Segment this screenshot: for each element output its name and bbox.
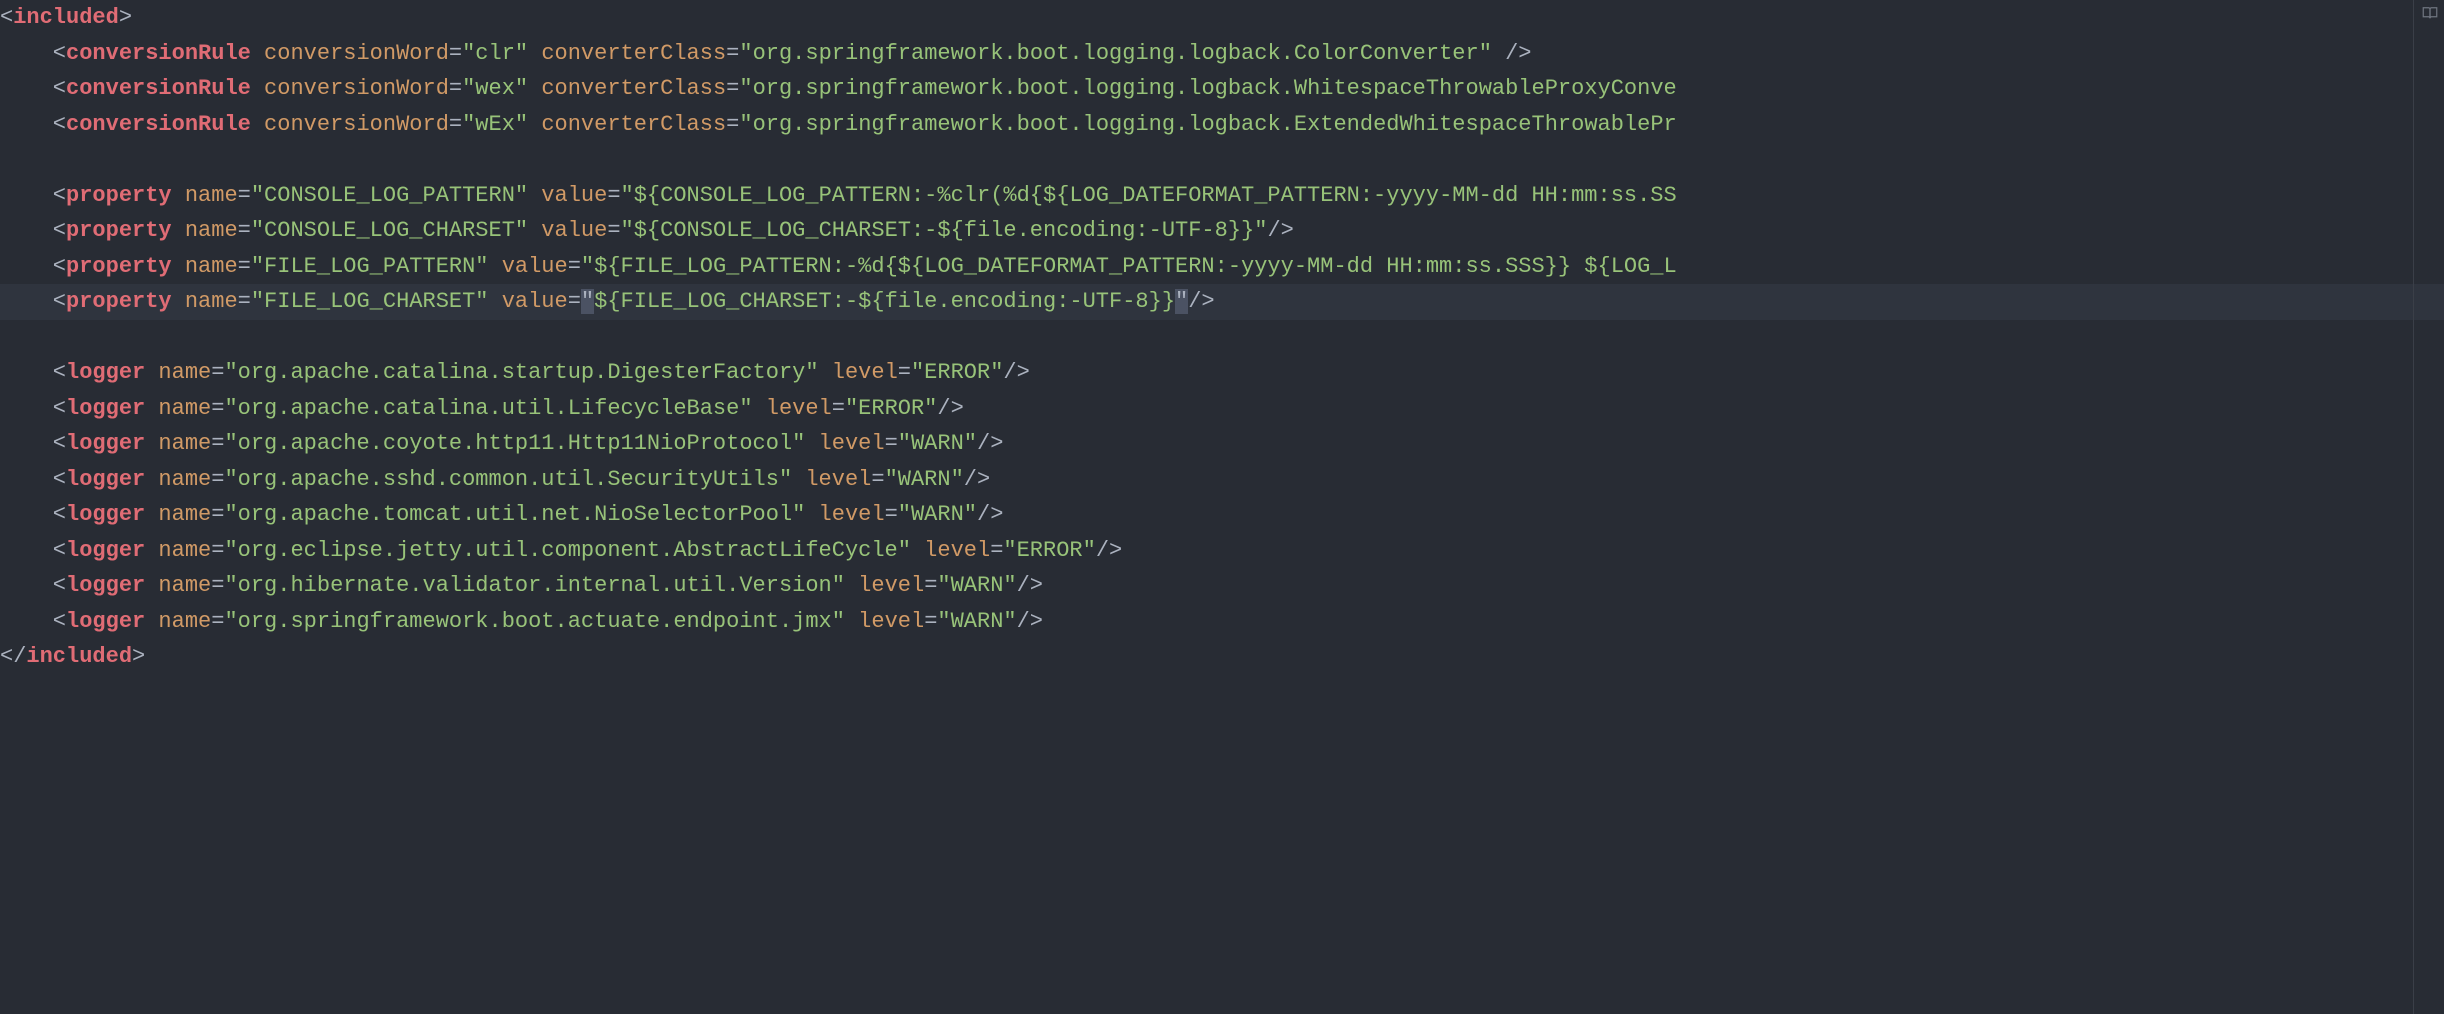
- blank-line[interactable]: [0, 142, 2444, 178]
- property-line[interactable]: <property name="FILE_LOG_CHARSET" value=…: [0, 284, 2444, 320]
- logger-line[interactable]: <logger name="org.apache.tomcat.util.net…: [0, 497, 2444, 533]
- conversion-rule-line[interactable]: <conversionRule conversionWord="wEx" con…: [0, 107, 2444, 143]
- logger-line[interactable]: <logger name="org.hibernate.validator.in…: [0, 568, 2444, 604]
- conversion-rule-line[interactable]: <conversionRule conversionWord="clr" con…: [0, 36, 2444, 72]
- logger-line[interactable]: <logger name="org.eclipse.jetty.util.com…: [0, 533, 2444, 569]
- property-line[interactable]: <property name="FILE_LOG_PATTERN" value=…: [0, 249, 2444, 285]
- logger-line[interactable]: <logger name="org.apache.sshd.common.uti…: [0, 462, 2444, 498]
- logger-line[interactable]: <logger name="org.springframework.boot.a…: [0, 604, 2444, 640]
- root-close-tag[interactable]: </included>: [0, 639, 2444, 675]
- reader-mode-icon[interactable]: [2416, 0, 2444, 1014]
- property-line[interactable]: <property name="CONSOLE_LOG_PATTERN" val…: [0, 178, 2444, 214]
- property-line[interactable]: <property name="CONSOLE_LOG_CHARSET" val…: [0, 213, 2444, 249]
- blank-line[interactable]: [0, 320, 2444, 356]
- logger-line[interactable]: <logger name="org.apache.catalina.util.L…: [0, 391, 2444, 427]
- logger-line[interactable]: <logger name="org.apache.coyote.http11.H…: [0, 426, 2444, 462]
- code-editor[interactable]: <included> <conversionRule conversionWor…: [0, 0, 2444, 1014]
- root-open-tag[interactable]: <included>: [0, 0, 2444, 36]
- editor-right-border: [2413, 0, 2414, 1014]
- conversion-rule-line[interactable]: <conversionRule conversionWord="wex" con…: [0, 71, 2444, 107]
- logger-line[interactable]: <logger name="org.apache.catalina.startu…: [0, 355, 2444, 391]
